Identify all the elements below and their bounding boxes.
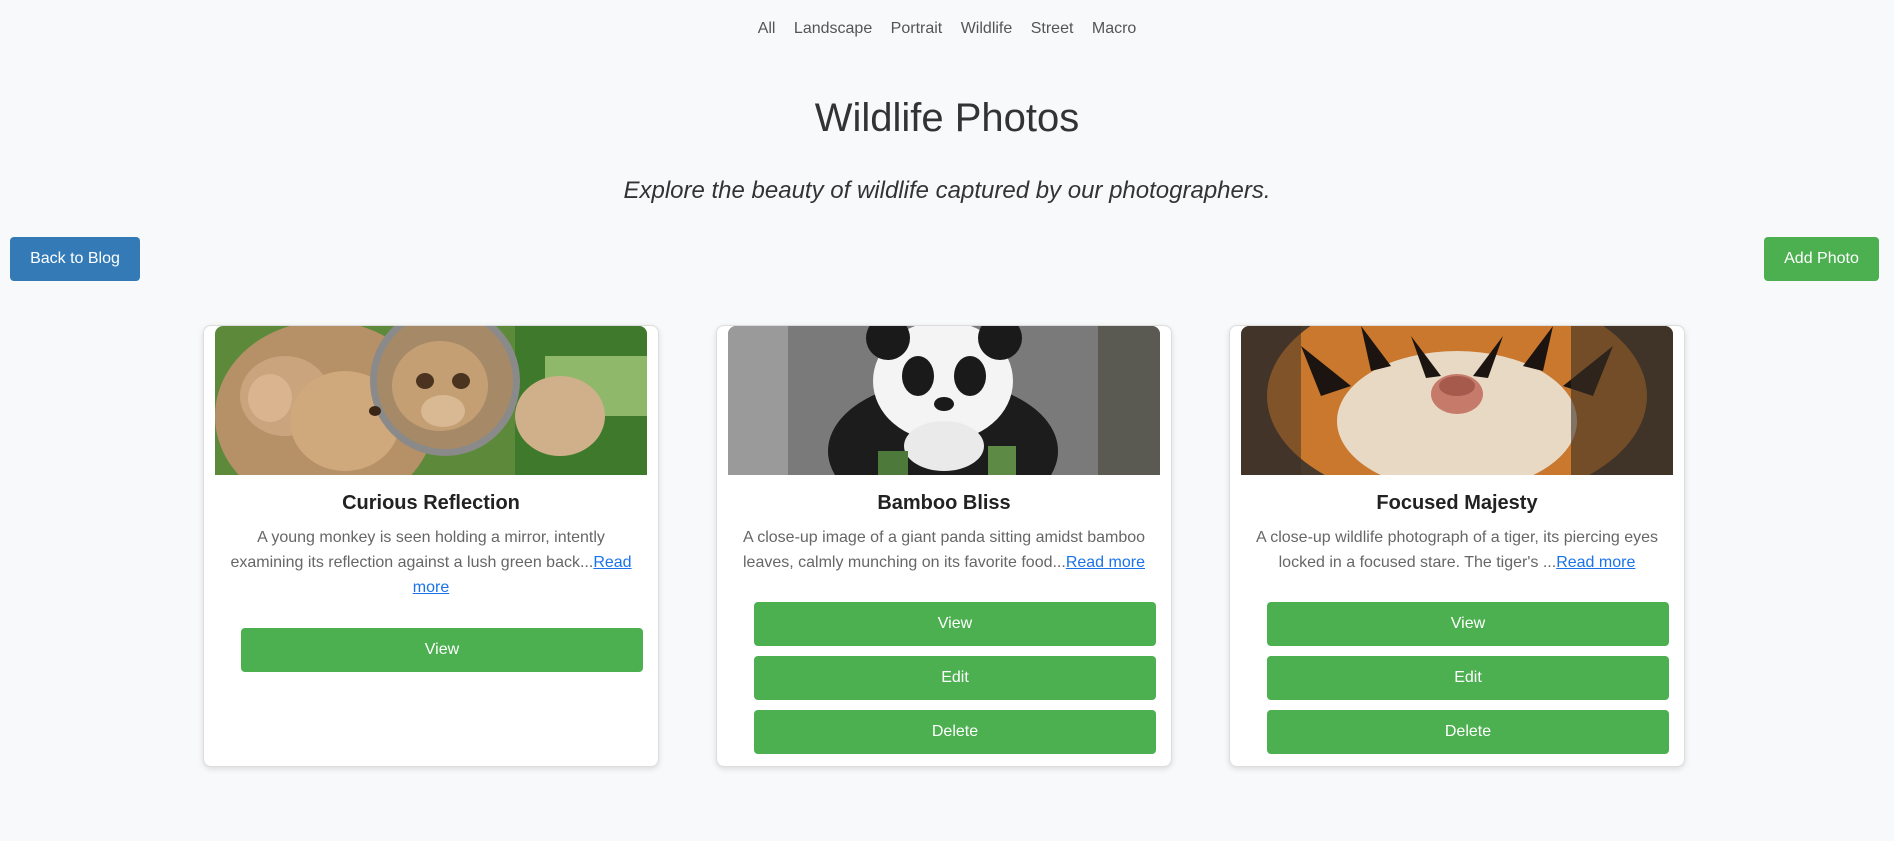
nav-link-street[interactable]: Street	[1031, 20, 1074, 37]
nav-link-all[interactable]: All	[758, 20, 776, 37]
card-description: A close-up image of a giant panda sittin…	[739, 525, 1149, 575]
view-button[interactable]: View	[241, 628, 643, 672]
page-subtitle: Explore the beauty of wildlife captured …	[623, 177, 1271, 204]
nav-link-macro[interactable]: Macro	[1092, 20, 1136, 37]
card-title: Curious Reflection	[342, 492, 520, 514]
view-button[interactable]: View	[1267, 602, 1669, 646]
delete-button[interactable]: Delete	[754, 710, 1156, 754]
nav-link-landscape[interactable]: Landscape	[794, 20, 872, 37]
add-photo-button[interactable]: Add Photo	[1764, 237, 1879, 281]
nav-link-wildlife[interactable]: Wildlife	[961, 20, 1013, 37]
panda-photo	[728, 326, 1160, 475]
photo-card: Bamboo Bliss A close-up image of a giant…	[716, 325, 1172, 767]
monkey-photo	[215, 326, 647, 475]
card-description: A young monkey is seen holding a mirror,…	[226, 525, 636, 600]
read-more-link[interactable]: Read more	[1066, 554, 1145, 571]
card-title: Focused Majesty	[1376, 492, 1538, 514]
card-title: Bamboo Bliss	[877, 492, 1011, 514]
category-nav: All Landscape Portrait Wildlife Street M…	[0, 20, 1894, 38]
back-to-blog-button[interactable]: Back to Blog	[10, 237, 140, 281]
page-title: Wildlife Photos	[814, 96, 1080, 140]
edit-button[interactable]: Edit	[754, 656, 1156, 700]
delete-button[interactable]: Delete	[1267, 710, 1669, 754]
card-description-text: A young monkey is seen holding a mirror,…	[230, 529, 605, 571]
edit-button[interactable]: Edit	[1267, 656, 1669, 700]
tiger-photo	[1241, 326, 1673, 475]
card-description: A close-up wildlife photograph of a tige…	[1252, 525, 1662, 575]
photo-card: Curious Reflection A young monkey is see…	[203, 325, 659, 767]
view-button[interactable]: View	[754, 602, 1156, 646]
nav-link-portrait[interactable]: Portrait	[891, 20, 943, 37]
photo-card: Focused Majesty A close-up wildlife phot…	[1229, 325, 1685, 767]
read-more-link[interactable]: Read more	[1556, 554, 1635, 571]
